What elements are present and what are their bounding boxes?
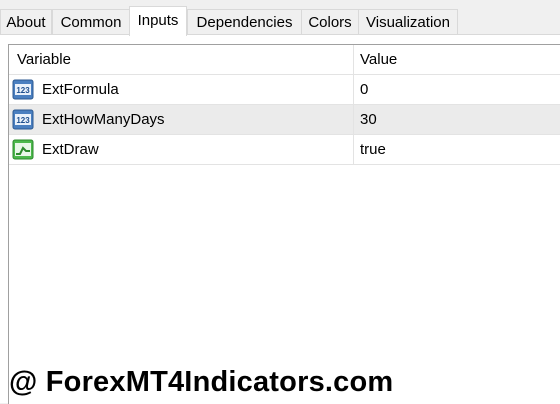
header-value[interactable]: Value [360,45,560,74]
value-cell[interactable]: 30 [360,105,560,134]
variable-name: ExtDraw [42,141,99,158]
variable-cell: ExtDraw [9,135,354,164]
inputs-panel: Variable Value 123 ExtFormula 0 123 ExtH… [0,35,560,404]
variable-name: ExtFormula [42,81,119,98]
variable-name: ExtHowManyDays [42,111,165,128]
variable-cell: 123 ExtFormula [9,75,354,104]
integer-icon: 123 [12,109,34,130]
header-variable[interactable]: Variable [9,45,354,74]
tab-common[interactable]: Common [52,9,130,34]
tab-about[interactable]: About [0,9,52,34]
watermark-text: @ ForexMT4Indicators.com [9,366,394,398]
grid-header: Variable Value [9,45,560,75]
value-cell[interactable]: true [360,135,560,164]
input-row[interactable]: 123 ExtFormula 0 [9,75,560,105]
svg-text:123: 123 [16,116,30,125]
input-row[interactable]: ExtDraw true [9,135,560,165]
svg-text:123: 123 [16,86,30,95]
inputs-grid: Variable Value 123 ExtFormula 0 123 ExtH… [8,44,560,404]
tab-inputs[interactable]: Inputs [129,6,187,36]
tab-colors[interactable]: Colors [301,9,359,34]
value-cell[interactable]: 0 [360,75,560,104]
input-row[interactable]: 123 ExtHowManyDays 30 [9,105,560,135]
variable-cell: 123 ExtHowManyDays [9,105,354,134]
tab-visualization[interactable]: Visualization [358,9,458,34]
tab-dependencies[interactable]: Dependencies [187,9,302,34]
integer-icon: 123 [12,79,34,100]
boolean-icon [12,139,34,160]
tab-bar: About Common Inputs Dependencies Colors … [0,0,560,36]
